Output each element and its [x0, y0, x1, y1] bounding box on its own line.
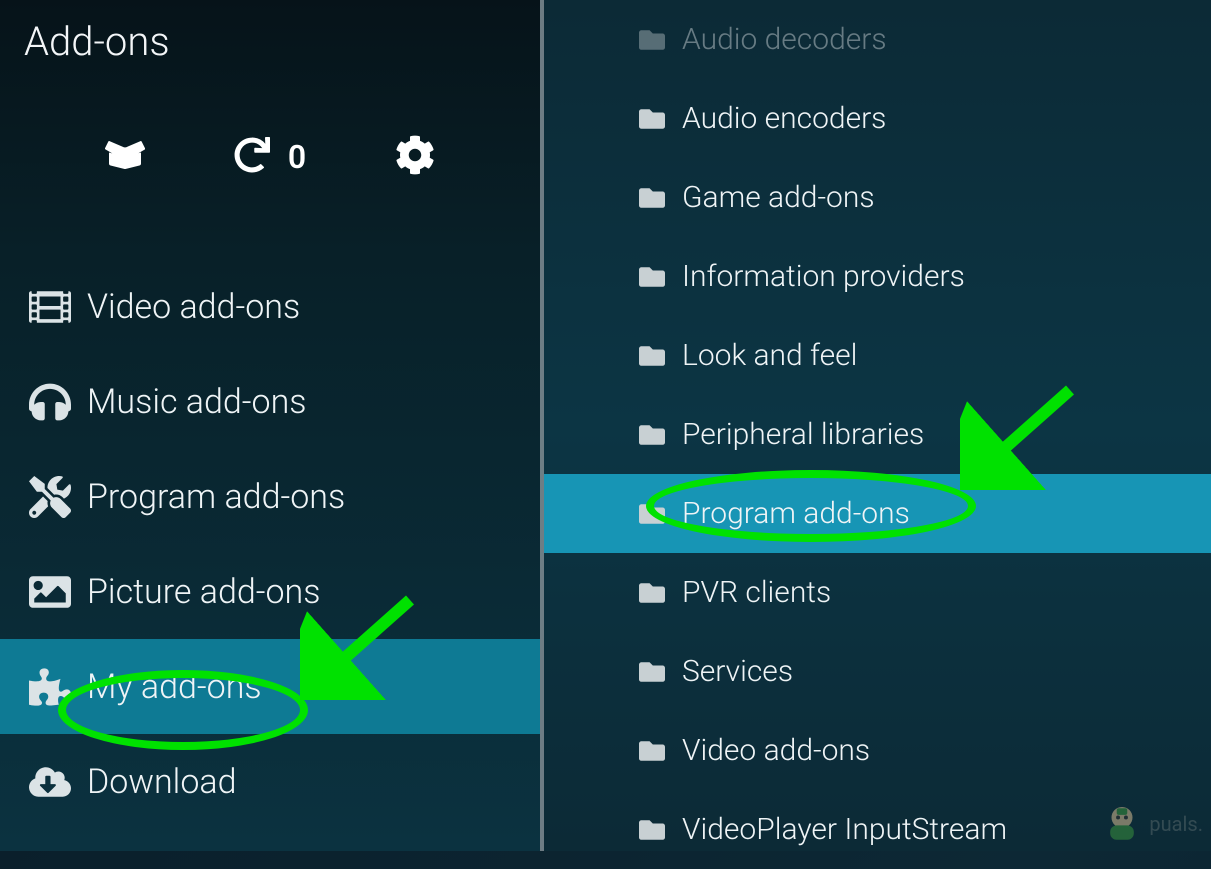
- sidebar-list: Video add-ons Music add-ons Program add-…: [0, 259, 540, 829]
- main-item-label: Peripheral libraries: [682, 417, 924, 452]
- main-item-video-addons[interactable]: Video add-ons: [544, 711, 1211, 790]
- sidebar-item-download[interactable]: Download: [0, 734, 540, 829]
- watermark-logo-icon: [1101, 803, 1143, 845]
- main-item-game-addons[interactable]: Game add-ons: [544, 158, 1211, 237]
- main-item-information-providers[interactable]: Information providers: [544, 237, 1211, 316]
- settings-button[interactable]: [395, 135, 435, 179]
- sidebar-item-program-addons[interactable]: Program add-ons: [0, 449, 540, 544]
- main-item-services[interactable]: Services: [544, 632, 1211, 711]
- refresh-count: 0: [288, 138, 306, 176]
- folder-icon: [622, 501, 682, 527]
- main-item-label: Audio decoders: [682, 22, 887, 57]
- headphones-icon: [12, 381, 87, 423]
- main-item-label: Video add-ons: [682, 733, 870, 768]
- gear-icon: [395, 135, 435, 179]
- folder-icon: [622, 343, 682, 369]
- page-title: Add-ons: [0, 0, 540, 65]
- sidebar-item-picture-addons[interactable]: Picture add-ons: [0, 544, 540, 639]
- box-open-icon: [105, 135, 145, 179]
- folder-icon: [622, 817, 682, 843]
- folder-icon: [622, 659, 682, 685]
- sidebar-toolbar: 0: [0, 65, 540, 219]
- watermark: puals.: [1101, 803, 1203, 845]
- main-item-label: Game add-ons: [682, 180, 875, 215]
- folder-icon: [622, 106, 682, 132]
- sidebar: Add-ons 0 Video add-ons: [0, 0, 540, 851]
- folder-icon: [622, 27, 682, 53]
- sidebar-item-label: My add-ons: [87, 667, 262, 707]
- main-item-look-and-feel[interactable]: Look and feel: [544, 316, 1211, 395]
- tools-icon: [12, 476, 87, 518]
- folder-icon: [622, 738, 682, 764]
- main-item-label: Program add-ons: [682, 496, 910, 531]
- sidebar-item-label: Picture add-ons: [87, 572, 320, 612]
- main-item-audio-decoders[interactable]: Audio decoders: [544, 0, 1211, 79]
- sidebar-item-label: Download: [87, 762, 237, 802]
- refresh-button[interactable]: 0: [234, 137, 306, 177]
- folder-icon: [622, 422, 682, 448]
- sidebar-item-label: Program add-ons: [87, 477, 345, 517]
- main-item-label: Look and feel: [682, 338, 857, 373]
- box-button[interactable]: [105, 135, 145, 179]
- main-item-label: VideoPlayer InputStream: [682, 812, 1007, 847]
- sidebar-item-label: Video add-ons: [87, 287, 300, 327]
- main-item-label: Information providers: [682, 259, 965, 294]
- main-item-audio-encoders[interactable]: Audio encoders: [544, 79, 1211, 158]
- puzzle-icon: [12, 666, 87, 708]
- main-item-label: Services: [682, 654, 793, 689]
- main-item-program-addons[interactable]: Program add-ons: [544, 474, 1211, 553]
- sidebar-item-label: Music add-ons: [87, 382, 307, 422]
- main-item-label: Audio encoders: [682, 101, 886, 136]
- sidebar-item-music-addons[interactable]: Music add-ons: [0, 354, 540, 449]
- cloud-download-icon: [12, 761, 87, 803]
- main-item-label: PVR clients: [682, 575, 831, 610]
- folder-icon: [622, 264, 682, 290]
- main-item-pvr-clients[interactable]: PVR clients: [544, 553, 1211, 632]
- film-icon: [12, 286, 87, 328]
- folder-icon: [622, 185, 682, 211]
- sidebar-item-my-addons[interactable]: My add-ons: [0, 639, 540, 734]
- watermark-text: puals.: [1149, 812, 1203, 836]
- main-list: Audio decoders Audio encoders Game add-o…: [544, 0, 1211, 851]
- picture-icon: [12, 571, 87, 613]
- folder-icon: [622, 580, 682, 606]
- refresh-icon: [234, 137, 270, 177]
- sidebar-item-video-addons[interactable]: Video add-ons: [0, 259, 540, 354]
- main-item-peripheral-libraries[interactable]: Peripheral libraries: [544, 395, 1211, 474]
